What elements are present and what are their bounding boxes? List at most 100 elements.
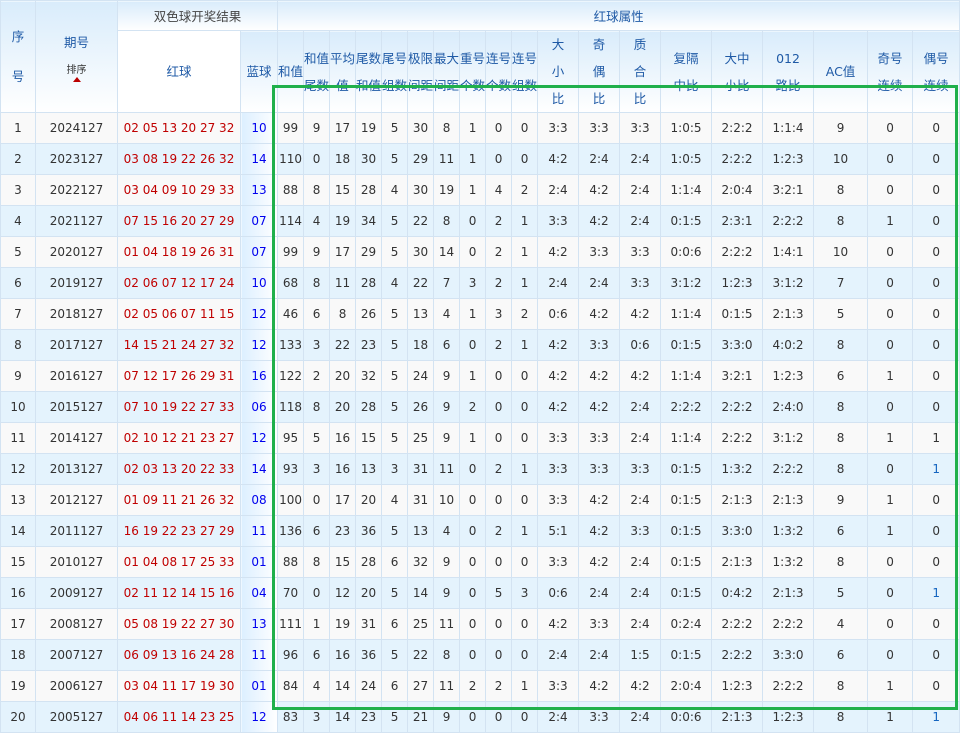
attr-cell-5: 13 — [407, 298, 435, 330]
attr-cell-11: 3:3 — [578, 453, 621, 485]
attr-cell-0: 99 — [277, 236, 305, 268]
attr-cell-13: 1:1:4 — [660, 298, 713, 330]
attr-cell-0: 96 — [277, 639, 305, 671]
table-row: 6 2019127 02 06 07 12 17 24 10 68 8 11 28 4 22 7 3 2… — [0, 267, 961, 299]
attr-cell-7: 0 — [459, 639, 487, 671]
attr-cell-5: 25 — [407, 608, 435, 640]
attr-cell-1: 8 — [303, 546, 331, 578]
table-row: 10 2015127 07 10 19 22 27 33 06 118 8 20 28 5 26 9… — [0, 391, 961, 423]
attr-cell-13: 0:1:5 — [660, 577, 713, 609]
blue-ball-cell: 10 — [239, 112, 279, 144]
attr-cell-3: 23 — [355, 701, 383, 733]
attr-cell-13: 3:1:2 — [660, 267, 713, 299]
attr-cell-3: 28 — [355, 391, 383, 423]
header-col-2: 平均值 — [329, 30, 357, 113]
table-row: 4 2021127 07 15 16 20 27 29 07 114 4 19 34 5 22 8 0… — [0, 205, 961, 237]
attr-cell-17: 1 — [867, 701, 914, 733]
attr-cell-18: 0 — [912, 329, 961, 361]
attr-cell-5: 22 — [407, 267, 435, 299]
seq-cell: 18 — [0, 639, 36, 671]
attr-cell-10: 3:3 — [537, 546, 580, 578]
attr-cell-11: 4:2 — [578, 670, 621, 702]
attr-cell-3: 24 — [355, 670, 383, 702]
attr-cell-11: 2:4 — [578, 639, 621, 671]
seq-cell: 12 — [0, 453, 36, 485]
attr-cell-3: 26 — [355, 298, 383, 330]
attr-cell-3: 31 — [355, 608, 383, 640]
attr-cell-12: 2:4 — [619, 484, 662, 516]
attr-cell-12: 4:2 — [619, 670, 662, 702]
attr-cell-14: 0:1:5 — [711, 298, 764, 330]
blue-ball-cell: 12 — [239, 422, 279, 454]
attr-cell-8: 0 — [485, 608, 513, 640]
attr-cell-2: 15 — [329, 174, 357, 206]
attr-cell-9: 0 — [511, 546, 539, 578]
attr-cell-0: 122 — [277, 360, 305, 392]
sort-arrow-icon[interactable] — [72, 76, 81, 82]
attr-cell-10: 4:2 — [537, 143, 580, 175]
attr-cell-8: 2 — [485, 329, 513, 361]
attr-cell-4: 5 — [381, 391, 409, 423]
attr-cell-7: 1 — [459, 143, 487, 175]
attr-cell-2: 20 — [329, 391, 357, 423]
sort-button[interactable]: 排序 — [37, 65, 117, 77]
attr-cell-10: 4:2 — [537, 391, 580, 423]
red-balls-cell: 05 08 19 22 27 30 — [117, 608, 241, 640]
blue-ball-cell: 11 — [239, 515, 279, 547]
attr-cell-1: 6 — [303, 515, 331, 547]
table-row: 20 2005127 04 06 11 14 23 25 12 83 3 14 23 5 21 9 0… — [0, 701, 961, 733]
lottery-results-table: 序号 期号 排序 双色球开奖结果 红球属性 红球 蓝球 和值 和值尾数 平均值 尾数和… — [0, 0, 961, 733]
attr-cell-15: 2:1:3 — [762, 577, 815, 609]
header-seq: 序号 — [0, 0, 36, 113]
attr-cell-12: 2:4 — [619, 701, 662, 733]
attr-cell-1: 0 — [303, 577, 331, 609]
issue-cell: 2020127 — [35, 236, 118, 268]
attr-cell-10: 3:3 — [537, 670, 580, 702]
attr-cell-9: 1 — [511, 236, 539, 268]
attr-cell-2: 12 — [329, 577, 357, 609]
attr-cell-9: 1 — [511, 453, 539, 485]
attr-cell-6: 8 — [433, 205, 461, 237]
attr-cell-0: 46 — [277, 298, 305, 330]
red-balls-cell: 16 19 22 23 27 29 — [117, 515, 241, 547]
attr-cell-10: 4:2 — [537, 236, 580, 268]
attr-cell-10: 2:4 — [537, 174, 580, 206]
attr-cell-5: 22 — [407, 639, 435, 671]
attr-cell-18: 0 — [912, 298, 961, 330]
table-row: 9 2016127 07 12 17 26 29 31 16 122 2 20 32 5 24 9 1… — [0, 360, 961, 392]
table-row: 5 2020127 01 04 18 19 26 31 07 99 9 17 29 5 30 14 0… — [0, 236, 961, 268]
attr-cell-5: 21 — [407, 701, 435, 733]
attr-cell-13: 0:1:5 — [660, 453, 713, 485]
header-col-10: 大小比 — [537, 30, 580, 113]
attr-cell-14: 2:1:3 — [711, 484, 764, 516]
attr-cell-0: 99 — [277, 112, 305, 144]
header-issue[interactable]: 期号 排序 — [35, 0, 118, 113]
attr-cell-7: 0 — [459, 546, 487, 578]
header-col-14: 大中小比 — [711, 30, 764, 113]
attr-cell-12: 2:4 — [619, 422, 662, 454]
seq-cell: 10 — [0, 391, 36, 423]
header-col-17: 奇号连续 — [867, 30, 914, 113]
attr-cell-13: 0:1:5 — [660, 484, 713, 516]
attr-cell-9: 3 — [511, 577, 539, 609]
attr-cell-0: 110 — [277, 143, 305, 175]
attr-cell-11: 4:2 — [578, 515, 621, 547]
attr-cell-18: 0 — [912, 546, 961, 578]
attr-cell-9: 2 — [511, 174, 539, 206]
table-row: 11 2014127 02 10 12 21 23 27 12 95 5 16 15 5 25 9 1… — [0, 422, 961, 454]
issue-cell: 2014127 — [35, 422, 118, 454]
seq-cell: 20 — [0, 701, 36, 733]
red-balls-cell: 02 03 13 20 22 33 — [117, 453, 241, 485]
attr-cell-5: 14 — [407, 577, 435, 609]
attr-cell-9: 0 — [511, 143, 539, 175]
issue-cell: 2016127 — [35, 360, 118, 392]
attr-cell-2: 20 — [329, 360, 357, 392]
attr-cell-6: 8 — [433, 112, 461, 144]
attr-cell-14: 2:3:1 — [711, 205, 764, 237]
attr-cell-3: 20 — [355, 577, 383, 609]
attr-cell-12: 4:2 — [619, 298, 662, 330]
attr-cell-5: 30 — [407, 236, 435, 268]
attr-cell-14: 1:2:3 — [711, 670, 764, 702]
attr-cell-9: 0 — [511, 422, 539, 454]
seq-cell: 11 — [0, 422, 36, 454]
